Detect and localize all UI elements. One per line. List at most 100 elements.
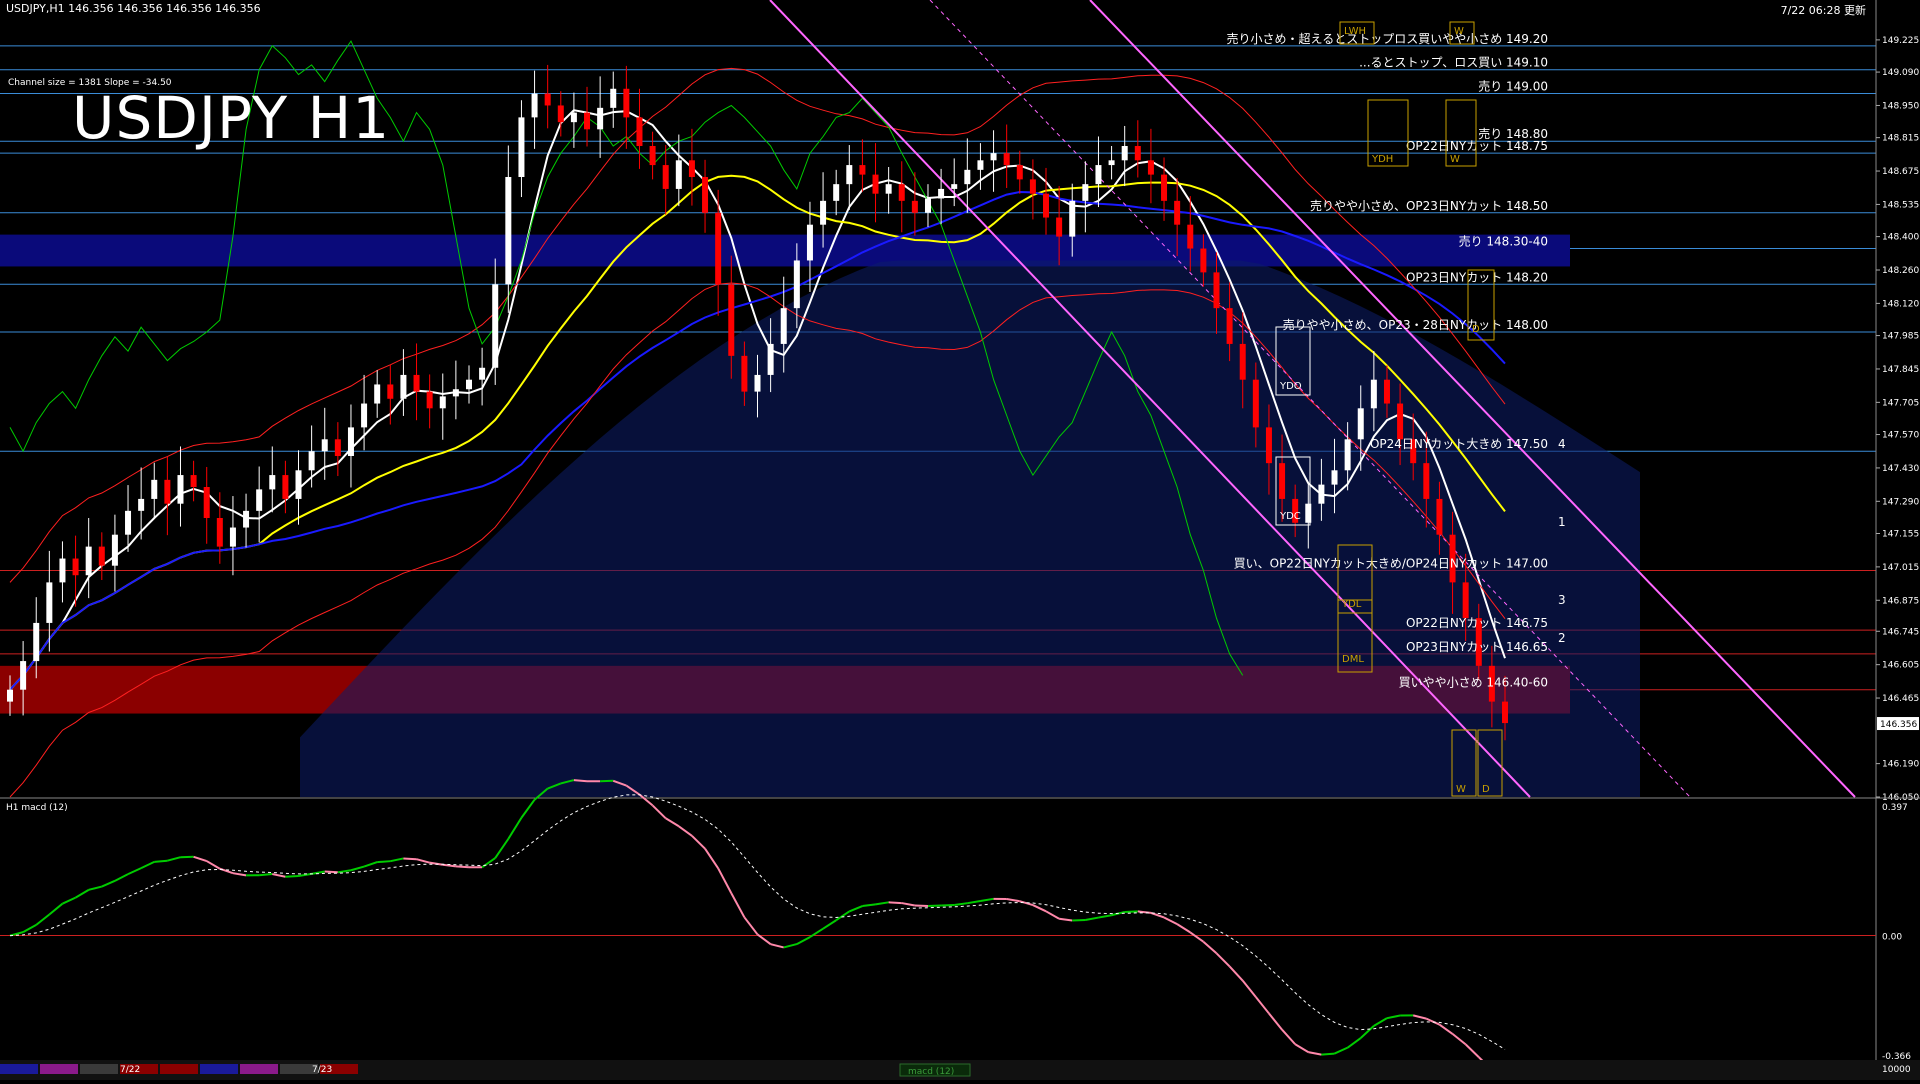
candle-body [702,177,708,213]
zone-label: DML [1342,654,1364,665]
candle-body [191,475,197,487]
candle-body [217,518,223,547]
candle-body [59,559,65,583]
macd-line-segment [377,861,390,862]
candle-body [597,108,603,129]
candle-body [859,165,865,175]
candle-body [243,511,249,528]
axis-tick-label: 148.815 [1882,134,1919,144]
level-label: 売り小さめ・超えるとストップロス買いやや小さめ 149.20 [1227,31,1548,46]
candle-body [230,528,236,547]
axis-tick-label: 149.090 [1882,68,1919,78]
candle-body [755,375,761,392]
zone-label: LWH [1344,26,1366,37]
macd-line-segment [285,876,298,877]
update-time: 7/22 06:28 更新 [1781,2,1866,18]
candle-body [518,117,524,177]
candle-body [1148,160,1154,174]
candle-body [1187,225,1193,249]
axis-tick-label: 149.225 [1882,36,1919,46]
level-label: ...るとストップ、ロス買い 149.10 [1359,56,1548,70]
candle-body [873,175,879,194]
candle-body [1109,160,1115,165]
candle-body [1069,201,1075,237]
candle-body [650,146,656,165]
axis-tick-label: 147.705 [1882,398,1919,408]
candle-body [86,547,92,576]
macd-line-segment [259,874,272,875]
date-segment [80,1064,118,1074]
axis-tick-label: 147.290 [1882,497,1919,507]
candle-body [440,396,446,408]
candle-body [204,487,210,518]
price-chart[interactable]: 売り小さめ・超えるとストップロス買いやや小さめ 149.20 ...るとストップ、… [0,0,1920,1080]
candle-body [545,94,551,106]
candle-body [1279,463,1285,499]
channel-number: 2 [1558,631,1566,645]
candle-body [46,582,52,623]
candle-body [846,165,852,184]
level-label: OP22日NYカット 148.75 [1406,139,1548,153]
date-segment [240,1064,278,1074]
candle-body [1397,404,1403,440]
candle-body [991,153,997,160]
axis-tick-label: 146.190 [1882,760,1919,770]
level-label: OP24日NYカット大きめ 147.50 [1370,437,1548,451]
axis-tick-label: 146.605 [1882,661,1919,671]
candle-body [1043,194,1049,218]
macd-line-segment [403,858,416,859]
candle-body [532,94,538,118]
macd-line-segment [325,871,338,872]
level-label: OP22日NYカット 146.75 [1406,616,1548,630]
candle-body [427,392,433,409]
level-label: 売りやや小さめ、OP23日NYカット 148.50 [1310,198,1548,213]
symbol-info: USDJPY,H1 146.356 146.356 146.356 146.35… [6,2,261,15]
zone-label: YDH [1371,154,1393,165]
zone-label: W [1450,154,1460,165]
candle-body [400,375,406,399]
candle-body [768,344,774,375]
candle-body [1135,146,1141,160]
axis-tick-label: 147.845 [1882,365,1919,375]
axis-tick-label: 147.430 [1882,464,1919,474]
channel-number: 3 [1558,593,1566,607]
current-price-label: 146.356 [1880,720,1917,730]
axis-tick-label: 148.675 [1882,167,1919,177]
macd-line-segment [154,861,167,862]
candle-body [833,184,839,201]
candle-body [387,384,393,398]
candle-body [492,284,498,367]
candle-body [73,559,79,576]
candle-body [715,213,721,285]
candle-body [164,480,170,504]
axis-tick-label: 146.465 [1882,694,1919,704]
candle-body [1332,470,1338,484]
axis-tick-label: 147.570 [1882,431,1919,441]
candle-body [1358,408,1364,439]
channel-number: 4 [1558,437,1566,451]
candle-body [584,113,590,130]
candle-body [964,170,970,184]
candle-body [1384,380,1390,404]
zone-label: W [1454,26,1464,37]
candle-body [558,105,564,122]
candle-body [282,475,288,499]
candle-body [7,690,13,702]
candle-body [938,189,944,199]
candle-body [610,89,616,108]
candle-body [374,384,380,403]
candle-body [886,184,892,194]
candle-body [951,184,957,189]
level-label: 売りやや小さめ、OP23・28日NYカット 148.00 [1283,317,1548,332]
candle-body [1095,165,1101,184]
candle-body [1502,702,1508,723]
macd-label: H1 macd (12) [6,803,68,813]
candle-body [636,117,642,146]
candle-body [912,201,918,213]
bottom-bar: 7/227/23macd (12)10000 [0,1060,1920,1080]
candle-body [1200,249,1206,273]
date-segment [200,1064,238,1074]
candle-body [1030,179,1036,193]
candle-body [1122,146,1128,160]
candle-body [1227,308,1233,344]
